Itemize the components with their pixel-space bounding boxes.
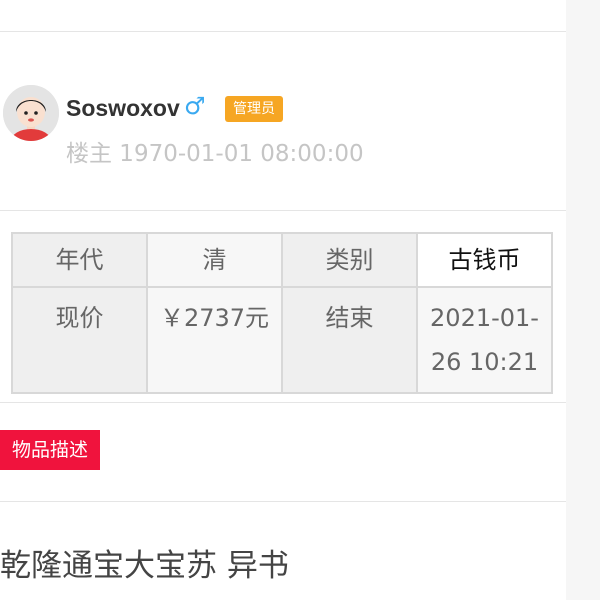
item-title: 乾隆通宝大宝苏 异书 [0,548,289,584]
category-label: 类别 [281,232,418,288]
divider [0,501,566,502]
avatar-illustration [3,85,59,141]
era-label: 年代 [11,232,148,288]
male-icon: ♂ [184,92,206,120]
divider [0,402,566,403]
post-page: Soswoxov ♂ 管理员 楼主 1970-01-01 08:00:00 年代… [0,0,600,600]
author-name[interactable]: Soswoxov [66,94,180,122]
price-value: ￥2737元 [146,286,283,394]
end-value: 2021-01-26 10:21 [416,286,553,394]
side-scroll-area [566,0,600,600]
category-value: 古钱币 [416,232,553,288]
item-info-table: 年代 清 类别 古钱币 现价 ￥2737元 结束 2021-01-26 10:2… [11,232,553,394]
era-value: 清 [146,232,283,288]
description-tag: 物品描述 [0,430,100,470]
end-label: 结束 [281,286,418,394]
divider [0,210,566,211]
price-label: 现价 [11,286,148,394]
post-meta: 楼主 1970-01-01 08:00:00 [66,141,364,167]
avatar[interactable] [3,85,59,141]
table-row: 年代 清 类别 古钱币 [11,232,553,288]
admin-badge: 管理员 [225,96,283,122]
divider [0,31,566,32]
table-row: 现价 ￥2737元 结束 2021-01-26 10:21 [11,286,553,394]
